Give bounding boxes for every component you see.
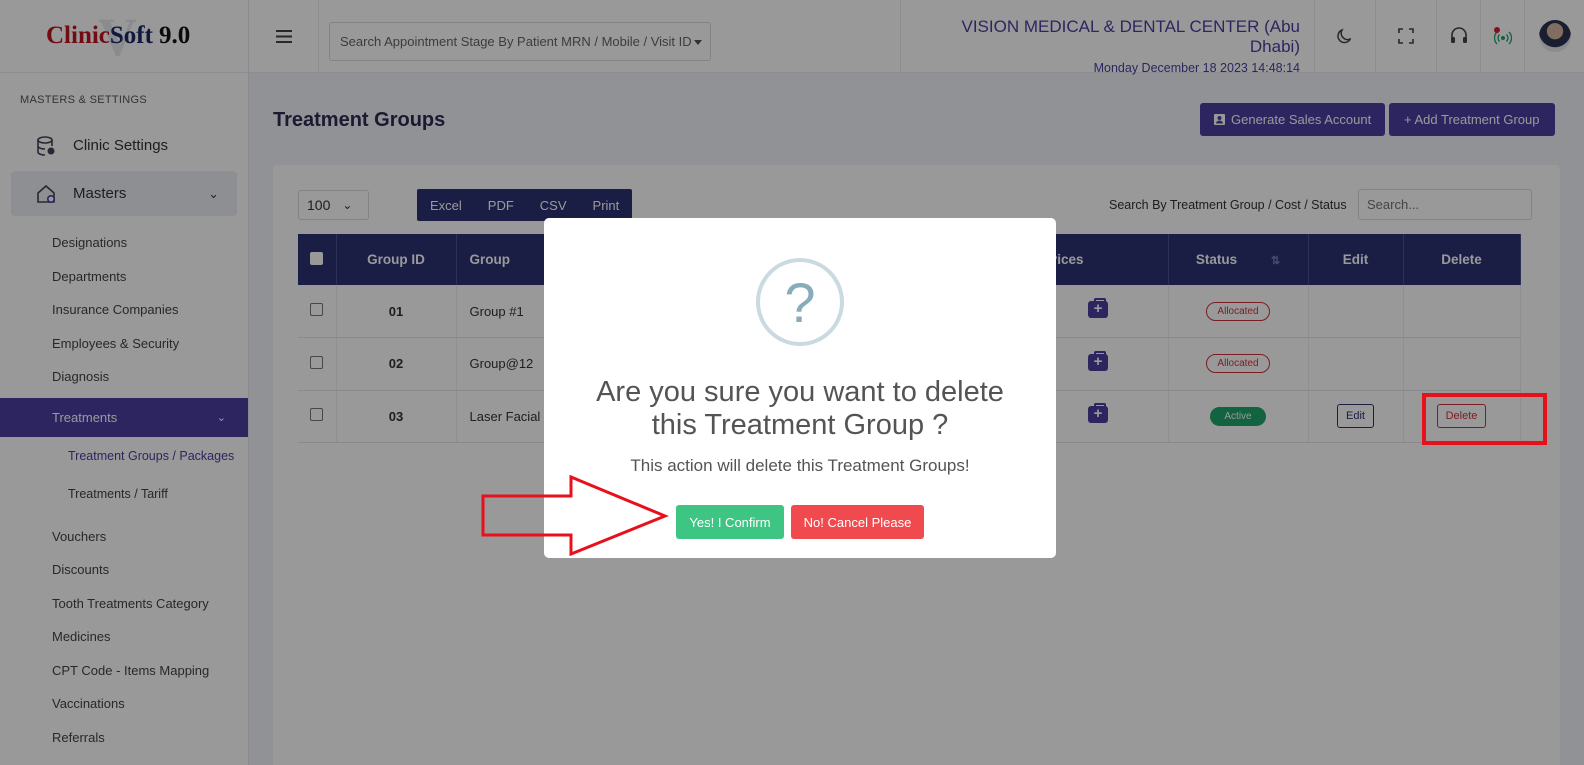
dialog-message: This action will delete this Treatment G… [630,456,970,475]
annotation-arrow-icon [481,474,669,556]
question-icon: ? [756,258,844,346]
cancel-button[interactable]: No! Cancel Please [791,505,924,539]
dialog-title-text: Are you sure you want to delete this Tre… [596,376,1004,441]
dialog-title: Are you sure you want to delete this Tre… [544,376,1056,442]
confirm-button[interactable]: Yes! I Confirm [676,505,784,539]
annotation-highlight-box [1422,393,1547,445]
